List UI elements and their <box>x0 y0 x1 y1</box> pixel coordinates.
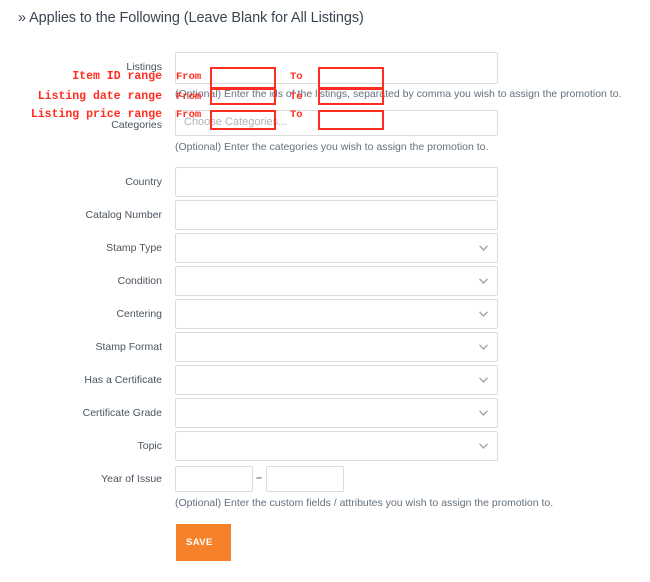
stamp-type-select[interactable] <box>175 233 498 263</box>
custom-fields-helper-text: (Optional) Enter the custom fields / att… <box>175 497 554 509</box>
chevron-down-icon <box>479 377 488 383</box>
chevron-down-icon <box>479 245 488 251</box>
annotation-box-item-id-to <box>318 67 384 89</box>
certificate-grade-field-wrap <box>175 398 498 428</box>
page-title: » Applies to the Following (Leave Blank … <box>18 10 364 26</box>
annotation-box-listing-date-to <box>318 88 384 105</box>
form-row-certificate-grade: Certificate Grade <box>0 398 650 428</box>
chevron-down-icon <box>479 344 488 350</box>
stamp-type-label: Stamp Type <box>106 242 162 254</box>
catalog-number-label: Catalog Number <box>85 209 162 221</box>
form-row-stamp-format: Stamp Format <box>0 332 650 362</box>
annotation-to-label-1: To <box>290 71 303 83</box>
annotation-label-listing-price-range: Listing price range <box>30 108 162 121</box>
annotation-from-label-3: From <box>176 109 202 121</box>
topic-select[interactable] <box>175 431 498 461</box>
chevron-down-icon <box>479 443 488 449</box>
year-of-issue-to-input[interactable] <box>267 467 343 491</box>
has-certificate-label: Has a Certificate <box>84 374 162 386</box>
form-row-condition: Condition <box>0 266 650 296</box>
chevron-down-icon <box>479 278 488 284</box>
certificate-grade-select[interactable] <box>175 398 498 428</box>
year-of-issue-from-input[interactable] <box>176 467 252 491</box>
annotation-box-listing-date-from <box>210 88 276 105</box>
form-row-stamp-type: Stamp Type <box>0 233 650 263</box>
annotation-from-label-2: From <box>176 91 202 103</box>
year-of-issue-to-wrap <box>266 466 344 492</box>
annotation-to-label-3: To <box>290 109 303 121</box>
stamp-format-field-wrap <box>175 332 498 362</box>
year-of-issue-from-wrap <box>175 466 253 492</box>
save-button[interactable]: SAVE <box>176 524 231 561</box>
stamp-type-field-wrap <box>175 233 498 263</box>
annotation-label-listing-date-range: Listing date range <box>37 90 162 103</box>
annotation-box-item-id-from <box>210 67 276 89</box>
year-of-issue-label: Year of Issue <box>101 473 162 485</box>
form-row-catalog-number: Catalog Number <box>0 200 650 230</box>
has-certificate-field-wrap <box>175 365 498 395</box>
form-row-topic: Topic <box>0 431 650 461</box>
catalog-number-input[interactable] <box>175 200 498 230</box>
condition-field-wrap <box>175 266 498 296</box>
certificate-grade-label: Certificate Grade <box>82 407 162 419</box>
country-field-wrap <box>175 167 498 197</box>
promotion-form-page: » Applies to the Following (Leave Blank … <box>0 0 650 582</box>
condition-select[interactable] <box>175 266 498 296</box>
year-range-separator: – <box>256 472 263 484</box>
country-input[interactable] <box>175 167 498 197</box>
topic-field-wrap <box>175 431 498 461</box>
annotation-to-label-2: To <box>290 91 303 103</box>
stamp-format-label: Stamp Format <box>95 341 162 353</box>
annotation-box-listing-price-from <box>210 110 276 130</box>
form-row-centering: Centering <box>0 299 650 329</box>
condition-label: Condition <box>117 275 162 287</box>
annotation-box-listing-price-to <box>318 110 384 130</box>
country-label: Country <box>125 176 162 188</box>
centering-label: Centering <box>116 308 162 320</box>
centering-select[interactable] <box>175 299 498 329</box>
chevron-down-icon <box>479 410 488 416</box>
annotation-label-item-id-range: Item ID range <box>72 70 162 83</box>
stamp-format-select[interactable] <box>175 332 498 362</box>
has-certificate-select[interactable] <box>175 365 498 395</box>
catalog-number-field-wrap <box>175 200 498 230</box>
form-row-has-certificate: Has a Certificate <box>0 365 650 395</box>
topic-label: Topic <box>137 440 162 452</box>
annotation-from-label-1: From <box>176 71 202 83</box>
form-row-country: Country <box>0 167 650 197</box>
chevron-down-icon <box>479 311 488 317</box>
centering-field-wrap <box>175 299 498 329</box>
categories-helper-text: (Optional) Enter the categories you wish… <box>175 141 489 153</box>
